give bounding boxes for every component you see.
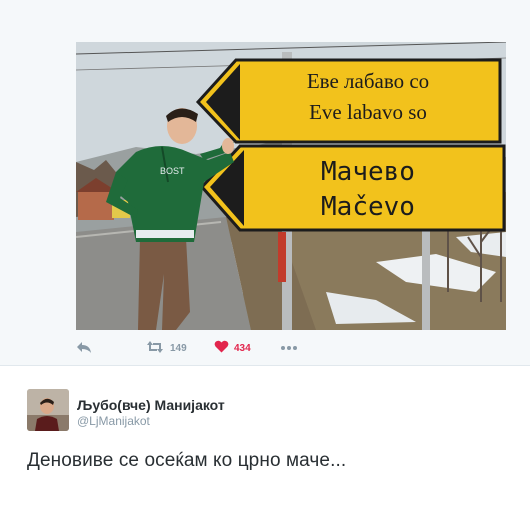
like-count: 434 bbox=[234, 342, 251, 354]
retweet-count: 149 bbox=[170, 342, 187, 354]
author-display-name[interactable]: Љубо(вче) Манијакот bbox=[77, 397, 225, 413]
like-button[interactable]: 434 bbox=[214, 338, 251, 358]
sign-top-line2: Eve labavo so bbox=[309, 100, 427, 124]
shirt-text: BOST bbox=[160, 166, 185, 176]
avatar[interactable] bbox=[27, 389, 69, 431]
tweet-photo[interactable]: Еве лабаво со Eve labavo so Мачево Mačev… bbox=[76, 42, 506, 330]
more-button[interactable] bbox=[280, 338, 298, 358]
tweet-actions: 149 434 bbox=[76, 338, 376, 358]
reply-icon bbox=[76, 340, 92, 357]
sign-bottom-line2: Mačevo bbox=[321, 192, 415, 222]
divider bbox=[0, 365, 530, 366]
reply-button[interactable] bbox=[76, 338, 92, 358]
heart-icon bbox=[214, 340, 229, 356]
more-icon bbox=[280, 343, 298, 354]
author-handle[interactable]: @LjManijakot bbox=[77, 414, 150, 428]
retweet-icon bbox=[146, 340, 164, 357]
tweet-text: Деновиве се осеќам ко црно маче... bbox=[27, 450, 347, 471]
retweet-button[interactable]: 149 bbox=[146, 338, 187, 358]
sign-top-line1: Еве лабаво со bbox=[307, 69, 429, 93]
sign-bottom-line1: Мачево bbox=[321, 157, 415, 187]
